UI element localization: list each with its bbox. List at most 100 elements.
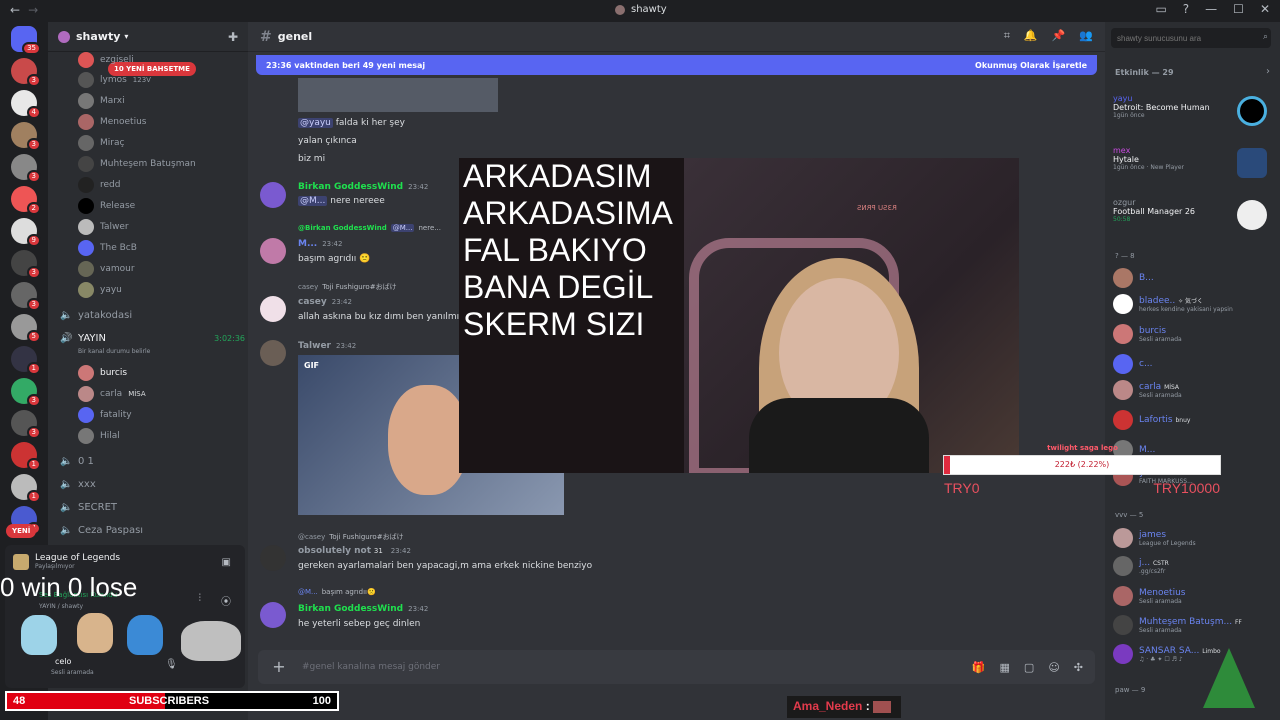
disconnect-icon[interactable]: ⦿ bbox=[221, 593, 231, 608]
voice-user[interactable]: ezgiseli bbox=[78, 52, 134, 68]
user-mention[interactable]: @yayu bbox=[298, 118, 333, 128]
reply-reference[interactable]: @casey Toji Fushiguro#おばけ bbox=[298, 532, 404, 542]
username[interactable]: M... bbox=[298, 239, 317, 249]
gif-icon[interactable]: ▦ bbox=[1000, 661, 1010, 674]
guild-header[interactable]: shawty ▾ ✚ bbox=[48, 22, 248, 52]
invite-people-icon[interactable]: ✚ bbox=[228, 30, 238, 44]
username[interactable]: Talwer bbox=[298, 341, 331, 351]
server-icon[interactable]: 3 bbox=[11, 154, 41, 183]
server-icon[interactable]: 5 bbox=[11, 314, 41, 343]
new-badge[interactable]: YENİ bbox=[6, 524, 37, 538]
server-icon[interactable]: 1 bbox=[11, 346, 41, 375]
member-item[interactable]: carla MİSA Sesli aramada bbox=[1113, 380, 1273, 400]
server-icon[interactable]: 3 bbox=[11, 410, 41, 439]
reply-reference[interactable]: @Birkan GoddessWind @M... nere... bbox=[298, 224, 441, 232]
server-icon[interactable]: 1 bbox=[11, 474, 41, 503]
member-item[interactable]: bladee.. ✧ 気づく herkes kendine yakisani ya… bbox=[1113, 294, 1273, 314]
server-icon[interactable]: 3 bbox=[11, 58, 41, 87]
member-item[interactable]: Muhteşem Batuşm... FF Sesli aramada bbox=[1113, 615, 1273, 635]
apps-icon[interactable]: ✣ bbox=[1074, 661, 1083, 674]
member-item[interactable]: c... bbox=[1113, 354, 1273, 374]
avatar[interactable] bbox=[260, 238, 286, 264]
avatar[interactable] bbox=[260, 602, 286, 628]
voice-user[interactable]: lymos 123V bbox=[78, 72, 151, 88]
avatar[interactable] bbox=[260, 340, 286, 366]
server-icon[interactable]: 2 bbox=[11, 186, 41, 215]
username[interactable]: Birkan GoddessWind bbox=[298, 604, 403, 614]
server-icon[interactable]: 3 bbox=[11, 250, 41, 279]
voice-user[interactable]: carla MİSA bbox=[78, 386, 146, 402]
channel-voice[interactable]: 🔈 SECRET bbox=[60, 502, 245, 513]
channel-voice[interactable]: 🔈 Ceza Paspası bbox=[60, 525, 245, 536]
voice-user[interactable]: Miraç bbox=[78, 135, 124, 151]
voice-user[interactable]: vamour bbox=[78, 261, 135, 277]
channel-yatakodasi[interactable]: 🔈 yatakodasi bbox=[60, 310, 245, 321]
member-item[interactable]: james League of Legends bbox=[1113, 528, 1273, 548]
threads-icon[interactable]: ⌗ bbox=[1004, 29, 1010, 43]
voice-user[interactable]: burcis bbox=[78, 365, 127, 381]
server-icon[interactable]: 3 bbox=[11, 378, 41, 407]
activity-widget[interactable]: League of Legends Paylaşılmıyor bbox=[13, 553, 120, 570]
voice-user[interactable]: Marxi bbox=[78, 93, 125, 109]
channel-voice[interactable]: 🔈 xxx bbox=[60, 479, 245, 490]
forward-arrow-icon[interactable]: → bbox=[28, 3, 38, 17]
voice-user[interactable]: Talwer bbox=[78, 219, 129, 235]
message-input[interactable]: #genel kanalına mesaj gönder bbox=[302, 662, 440, 672]
user-mention[interactable]: @M... bbox=[298, 196, 328, 206]
voice-user[interactable]: redd bbox=[78, 177, 120, 193]
member-list-icon[interactable]: 👥 bbox=[1079, 29, 1093, 43]
server-icon[interactable]: 4 bbox=[11, 90, 41, 119]
new-messages-bar[interactable]: 23:36 vaktinden beri 49 yeni mesaj Okunm… bbox=[256, 55, 1097, 75]
emoji-icon[interactable]: ☺ bbox=[1048, 661, 1059, 674]
noise-suppression-icon[interactable]: ⫶ bbox=[199, 593, 202, 604]
user-name[interactable]: celo bbox=[55, 657, 71, 666]
member-item[interactable]: B... bbox=[1113, 268, 1273, 288]
maximize-button[interactable]: ☐ bbox=[1233, 2, 1244, 16]
server-icon[interactable]: 3 bbox=[11, 282, 41, 311]
help-icon[interactable]: ? bbox=[1183, 2, 1189, 16]
minimize-button[interactable]: — bbox=[1205, 2, 1217, 16]
reply-reference[interactable]: casey Toji Fushiguro#おばけ bbox=[298, 282, 397, 292]
mark-as-read-button[interactable]: Okunmuş Olarak İşaretle bbox=[975, 61, 1087, 70]
avatar[interactable] bbox=[260, 296, 286, 322]
username[interactable]: Birkan GoddessWind bbox=[298, 182, 403, 192]
bell-icon[interactable]: 🔔 bbox=[1024, 29, 1038, 43]
channel-status[interactable]: Bir kanal durumu belirle bbox=[78, 348, 263, 355]
member-item[interactable]: burcis Sesli aramada bbox=[1113, 324, 1273, 344]
sticker-icon[interactable]: ▢ bbox=[1024, 661, 1034, 674]
reply-reference[interactable]: @M... başım agrıdıı🙁 bbox=[298, 588, 376, 596]
back-arrow-icon[interactable]: ← bbox=[10, 3, 20, 17]
screen-share-icon[interactable]: ▣ bbox=[222, 557, 231, 568]
username[interactable]: casey bbox=[298, 297, 327, 307]
voice-user[interactable]: fatality bbox=[78, 407, 132, 423]
search-input[interactable] bbox=[1111, 28, 1271, 48]
voice-user[interactable]: yayu bbox=[78, 282, 122, 298]
avatar[interactable] bbox=[260, 182, 286, 208]
activity-card[interactable]: ozgur Football Manager 26 50:58 bbox=[1113, 198, 1273, 230]
avatar[interactable] bbox=[260, 545, 286, 571]
server-icon[interactable]: 1 bbox=[11, 442, 41, 471]
activity-card[interactable]: yayu Detroit: Become Human 1gün önce bbox=[1113, 94, 1273, 126]
voice-user[interactable]: The BcB bbox=[78, 240, 137, 256]
voice-user[interactable]: Release bbox=[78, 198, 135, 214]
mic-icon[interactable]: 🎙 bbox=[165, 659, 178, 670]
close-button[interactable]: ✕ bbox=[1260, 2, 1270, 16]
pin-icon[interactable]: 📌 bbox=[1052, 29, 1066, 43]
voice-user[interactable]: Menoetius bbox=[78, 114, 146, 130]
voice-connection-channel[interactable]: YAYIN / shawty bbox=[39, 603, 83, 610]
member-item[interactable]: Menoetius Sesli aramada bbox=[1113, 586, 1273, 606]
member-item[interactable]: Lafortis bnuy bbox=[1113, 410, 1273, 430]
inbox-icon[interactable]: ▭ bbox=[1155, 2, 1166, 16]
chevron-right-icon[interactable]: › bbox=[1266, 66, 1270, 77]
server-icon[interactable]: 3 bbox=[11, 122, 41, 151]
home-discord-icon[interactable]: 35 bbox=[11, 26, 41, 55]
voice-user[interactable]: Hilal bbox=[78, 428, 120, 444]
image-attachment[interactable] bbox=[298, 78, 498, 112]
add-attachment-icon[interactable]: + bbox=[270, 658, 288, 676]
channel-yayin[interactable]: 🔊 YAYIN 3:02:36 bbox=[60, 333, 245, 344]
voice-user[interactable]: Muhteşem Batuşman bbox=[78, 156, 196, 172]
gift-icon[interactable]: 🎁 bbox=[972, 661, 986, 674]
member-item[interactable]: j... CSTR .gg/cs2fr bbox=[1113, 556, 1273, 576]
activity-card[interactable]: mex Hytale 1gün önce · New Player bbox=[1113, 146, 1273, 178]
server-icon[interactable]: 9 bbox=[11, 218, 41, 247]
